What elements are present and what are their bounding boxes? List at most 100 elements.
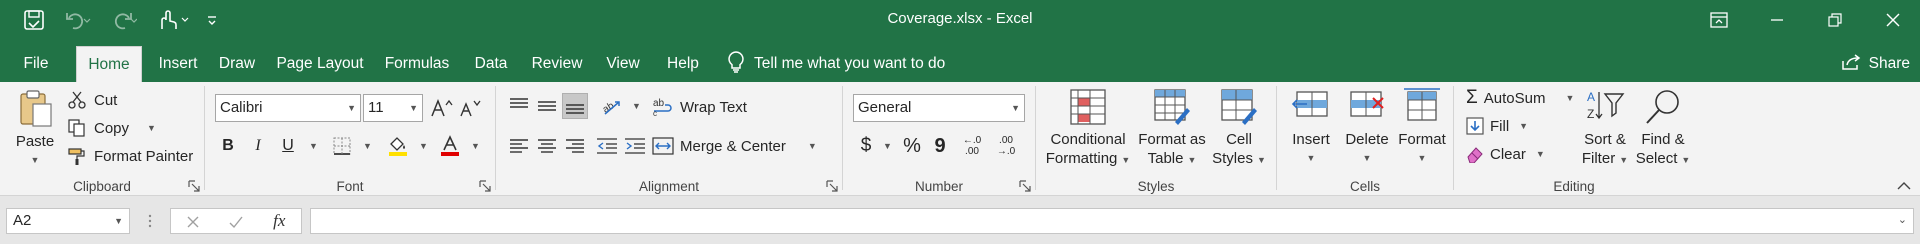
font-size-select[interactable]: 11 ▼ [363,94,423,122]
font-color-dropdown-icon[interactable]: ▼ [471,141,480,151]
paintbrush-icon [68,147,86,165]
editing-group-label: Editing [1553,179,1595,194]
italic-button[interactable]: I [245,133,271,159]
font-name-select[interactable]: Calibri ▼ [215,94,361,122]
tab-insert[interactable]: Insert [148,46,208,82]
share-label: Share [1868,55,1910,72]
dialog-launcher-icon[interactable] [479,180,491,192]
customize-toolbar-icon[interactable] [202,6,222,34]
undo-icon[interactable] [58,6,98,34]
dialog-launcher-icon[interactable] [826,180,838,192]
borders-dropdown-icon[interactable]: ▼ [363,141,372,151]
currency-button[interactable]: $ [853,133,879,159]
wrap-text-button[interactable]: ab c Wrap Text [652,94,747,120]
borders-icon[interactable] [329,133,355,159]
align-top-icon[interactable] [506,93,532,119]
touch-mode-icon[interactable] [150,6,194,34]
conditional-formatting-label-2: Formatting [1045,150,1118,167]
tab-draw[interactable]: Draw [212,46,262,82]
collapse-ribbon-icon[interactable] [1896,179,1912,191]
tab-formulas[interactable]: Formulas [378,46,456,82]
orientation-icon[interactable]: ab [600,93,626,119]
tab-home[interactable]: Home [76,46,142,82]
underline-dropdown-icon[interactable]: ▼ [309,141,318,151]
align-right-icon[interactable] [562,133,588,159]
orientation-dropdown-icon[interactable]: ▼ [632,101,641,111]
insert-cells-button[interactable]: Insert ▼ [1285,88,1337,168]
tab-page-layout[interactable]: Page Layout [272,46,368,82]
copy-button[interactable]: Copy ▼ [68,116,156,140]
svg-text:ab: ab [653,98,665,109]
dialog-launcher-icon[interactable] [188,180,200,192]
formula-bar: A2 ▼ fx ⌄ [0,196,1920,244]
minimize-icon[interactable] [1754,0,1800,40]
dialog-launcher-icon[interactable] [1019,180,1031,192]
insert-function-button[interactable]: fx [258,211,301,231]
window-title: Coverage.xlsx - Excel [887,10,1033,27]
format-as-table-label-1: Format as [1138,131,1206,148]
tab-help[interactable]: Help [658,46,708,82]
ribbon-tab-bar: File Home Insert Draw Page Layout Formul… [0,40,1920,82]
scissors-icon [68,91,86,109]
enter-icon[interactable] [214,211,257,231]
clipboard-group: Paste ▼ Cut Copy ▼ Format Painter Clipbo… [0,82,204,196]
decrease-font-size-icon[interactable] [457,95,483,121]
redo-icon[interactable] [104,6,144,34]
decrease-decimal-button[interactable]: .00 →.0 [991,133,1021,159]
decrease-indent-icon[interactable] [594,133,620,159]
name-box[interactable]: A2 ▼ [6,208,130,234]
cell-styles-button[interactable]: Cell Styles ▼ [1210,88,1268,170]
autosave-icon[interactable] [18,6,50,34]
tell-me-text: Tell me what you want to do [754,55,946,72]
formula-input[interactable]: ⌄ [310,208,1914,234]
cut-button[interactable]: Cut [68,88,117,112]
align-center-icon[interactable] [534,133,560,159]
paste-button[interactable]: Paste ▼ [14,88,56,170]
fill-button[interactable]: Fill ▼ [1466,114,1528,138]
cancel-icon[interactable] [171,211,214,231]
format-painter-button[interactable]: Format Painter [68,144,193,168]
font-color-icon[interactable] [437,133,463,159]
tab-view[interactable]: View [598,46,648,82]
underline-button[interactable]: U [275,133,301,159]
sort-filter-button[interactable]: AZ Sort & Filter ▼ [1578,88,1632,170]
clear-button[interactable]: Clear ▼ [1466,142,1545,166]
increase-indent-icon[interactable] [622,133,648,159]
merge-center-icon [652,136,674,156]
insert-cells-label: Insert [1292,131,1330,148]
tab-review[interactable]: Review [526,46,588,82]
find-select-button[interactable]: Find & Select ▼ [1634,88,1692,170]
formula-bar-resize-handle[interactable] [148,212,152,230]
styles-group: Conditional Formatting ▼ Format as Table ▼… [1036,82,1276,196]
increase-font-size-icon[interactable] [429,95,455,121]
tell-me-search[interactable]: Tell me what you want to do [728,46,945,82]
tab-file[interactable]: File [12,46,60,82]
format-as-table-button[interactable]: Format as Table ▼ [1136,88,1208,170]
ribbon-display-options-icon[interactable] [1696,0,1742,40]
currency-dropdown-icon[interactable]: ▼ [883,141,892,151]
fill-down-icon [1466,117,1484,135]
close-icon[interactable] [1870,0,1916,40]
increase-decimal-button[interactable]: ←.0 .00 [957,133,987,159]
align-left-icon[interactable] [506,133,532,159]
number-format-select[interactable]: General ▼ [853,94,1025,122]
fill-color-icon[interactable] [385,133,411,159]
autosum-button[interactable]: Σ AutoSum ▼ [1466,86,1574,110]
comma-style-button[interactable]: 9 [927,133,953,159]
percent-button[interactable]: % [899,133,925,159]
share-button[interactable]: Share [1841,46,1910,82]
clipboard-group-label: Clipboard [73,179,131,194]
restore-icon[interactable] [1812,0,1858,40]
bold-button[interactable]: B [215,133,241,159]
align-bottom-icon[interactable] [562,93,588,119]
tab-data[interactable]: Data [466,46,516,82]
conditional-formatting-button[interactable]: Conditional Formatting ▼ [1044,88,1132,170]
align-middle-icon[interactable] [534,93,560,119]
fill-color-dropdown-icon[interactable]: ▼ [419,141,428,151]
delete-cells-button[interactable]: Delete ▼ [1341,88,1393,168]
format-cells-button[interactable]: Format ▼ [1395,88,1449,168]
merge-center-button[interactable]: Merge & Center ▼ [652,133,817,159]
font-name-value: Calibri [220,99,263,116]
expand-formula-bar-icon[interactable]: ⌄ [1898,213,1907,226]
paste-label: Paste [15,133,55,150]
